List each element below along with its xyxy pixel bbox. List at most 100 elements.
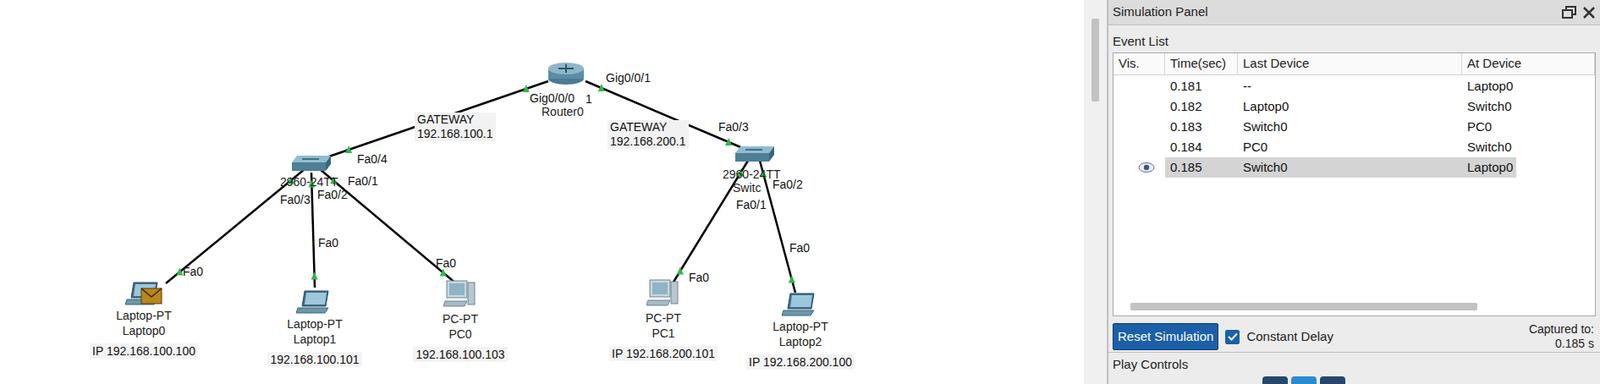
constant-delay-checkbox[interactable]: Constant Delay: [1225, 327, 1334, 347]
captured-value: 0.185 s: [1555, 336, 1595, 352]
restore-icon[interactable]: [1561, 5, 1578, 20]
note-line: 192.168.200.1: [610, 134, 687, 149]
end-device[interactable]: PC-PTPC0192.168.100.103: [388, 282, 533, 363]
play-controls-label: Play Controls: [1112, 357, 1596, 373]
link-status-icon: [175, 268, 183, 276]
switch-label: 2960-24TT: [722, 167, 781, 182]
port-label: Fa0/1: [736, 197, 767, 212]
port-label: Fa0/2: [772, 177, 803, 192]
device-type: Laptop-PT: [115, 307, 171, 324]
vis-cell[interactable]: [1113, 96, 1166, 117]
at-device-cell: Laptop0: [1462, 76, 1517, 97]
port-label: Fa0: [789, 241, 810, 255]
link-line[interactable]: [585, 81, 745, 149]
link-line[interactable]: [326, 81, 549, 158]
last-device-cell: Switch0: [1237, 116, 1463, 138]
table-header: Vis.Time(sec)Last DeviceAt Device: [1113, 53, 1595, 76]
at-device-cell: PC0: [1462, 116, 1517, 138]
column-header[interactable]: Last Device: [1237, 53, 1463, 75]
link-status-icon: [598, 83, 605, 92]
device-name: PC1: [651, 325, 675, 341]
horizontal-scrollbar[interactable]: [1113, 300, 1595, 313]
gateway-note[interactable]: GATEWAY192.168.200.1: [607, 120, 689, 149]
switch-icon: [733, 144, 776, 164]
port-label: Fa0: [688, 270, 710, 285]
time-cell: 0.183: [1165, 116, 1238, 138]
play-controls: Play Controls: [1108, 351, 1600, 384]
reset-simulation-button[interactable]: Reset Simulation: [1112, 323, 1219, 352]
checkbox-box[interactable]: [1225, 329, 1240, 345]
switch-label: Switc: [732, 181, 761, 195]
device-name: Laptop1: [293, 331, 337, 347]
switch[interactable]: [733, 144, 776, 164]
device-type: PC-PT: [645, 310, 682, 326]
play-button[interactable]: [1291, 376, 1317, 384]
event-row[interactable]: 0.185Switch0Laptop0: [1113, 157, 1595, 178]
event-row[interactable]: 0.184PC0Switch0: [1113, 137, 1595, 158]
panel-title-bar: Simulation Panel: [1108, 0, 1600, 26]
last-device-cell: Switch0: [1237, 157, 1463, 178]
scroll-thumb[interactable]: [1130, 302, 1478, 311]
end-device[interactable]: Laptop-PTLaptop0IP 192.168.100.100: [71, 279, 216, 359]
pc-icon: [646, 278, 681, 309]
event-row[interactable]: 0.183Switch0PC0: [1113, 116, 1595, 138]
gateway-note[interactable]: GATEWAY192.168.100.1: [414, 112, 496, 142]
link-status-icon: [788, 274, 796, 283]
device-ip: IP 192.168.200.101: [609, 346, 718, 362]
column-header[interactable]: Vis.: [1113, 53, 1166, 75]
device-ip: 192.168.100.103: [412, 346, 507, 363]
port-label: Fa0/1: [347, 174, 379, 188]
event-row[interactable]: 0.182Laptop0Switch0: [1113, 96, 1595, 117]
at-device-cell: Switch0: [1462, 96, 1517, 117]
end-device[interactable]: PC-PTPC1 IP 192.168.200.101: [591, 281, 736, 362]
port-label: Fa0/2: [317, 187, 348, 202]
forward-button[interactable]: [1319, 376, 1346, 384]
scroll-thumb[interactable]: [1091, 18, 1100, 102]
event-rows: 0.181--Laptop00.182Laptop0Switch00.183Sw…: [1113, 75, 1595, 301]
vis-cell[interactable]: [1113, 137, 1166, 158]
captured-label: Captured to:: [1528, 322, 1595, 337]
end-device[interactable]: Laptop-PTLaptop1192.168.100.101: [242, 287, 387, 368]
last-device-cell: --: [1237, 76, 1463, 97]
column-header[interactable]: Time(sec): [1165, 53, 1238, 75]
port-label: Fa0/3: [280, 192, 311, 207]
close-icon[interactable]: [1582, 5, 1596, 20]
laptop-icon: [781, 291, 820, 318]
device-type: Laptop-PT: [772, 318, 828, 335]
time-cell: 0.181: [1165, 76, 1238, 97]
vis-cell[interactable]: [1113, 157, 1166, 178]
link-line[interactable]: [319, 169, 457, 285]
envelope-icon: [140, 287, 163, 305]
port-label: Gig0/0/1: [605, 71, 651, 85]
workspace-canvas[interactable]: GATEWAY192.168.100.1 GATEWAY192.168.200.1…: [0, 0, 1084, 384]
vis-cell[interactable]: [1113, 76, 1166, 97]
port-label: Fa0/3: [718, 120, 749, 134]
pc-icon: [443, 279, 478, 310]
event-row[interactable]: 0.181--Laptop0: [1113, 76, 1595, 97]
device-ip: IP 192.168.200.100: [746, 354, 855, 370]
column-header[interactable]: At Device: [1462, 53, 1595, 75]
simulation-panel: Simulation PanelEvent ListVis.Time(sec)L…: [1107, 0, 1600, 384]
port-label: Fa0: [435, 256, 457, 270]
device-name: PC0: [448, 326, 472, 342]
link-line[interactable]: [311, 172, 315, 288]
device-type: Laptop-PT: [286, 316, 342, 332]
laptop-icon: [296, 289, 334, 315]
check-icon: [1227, 332, 1238, 341]
section-label: Event List: [1108, 25, 1600, 53]
switch[interactable]: [290, 153, 333, 173]
back-button[interactable]: [1262, 376, 1288, 384]
port-label: Fa0: [318, 236, 339, 250]
port-label: Fa0/4: [357, 152, 388, 166]
router[interactable]: [546, 60, 586, 87]
last-device-cell: PC0: [1237, 137, 1463, 158]
vis-cell[interactable]: [1113, 116, 1166, 138]
link-status-icon: [522, 84, 530, 93]
app: GATEWAY192.168.100.1 GATEWAY192.168.200.1…: [0, 0, 1600, 384]
vertical-scrollbar[interactable]: [1083, 0, 1108, 384]
end-device[interactable]: Laptop-PTLaptop2IP 192.168.200.100: [728, 290, 873, 370]
switch-label: 2960-24TT: [280, 175, 338, 189]
packet[interactable]: [140, 287, 163, 305]
link-status-icon: [676, 267, 684, 275]
device-name: Laptop0: [122, 323, 166, 339]
